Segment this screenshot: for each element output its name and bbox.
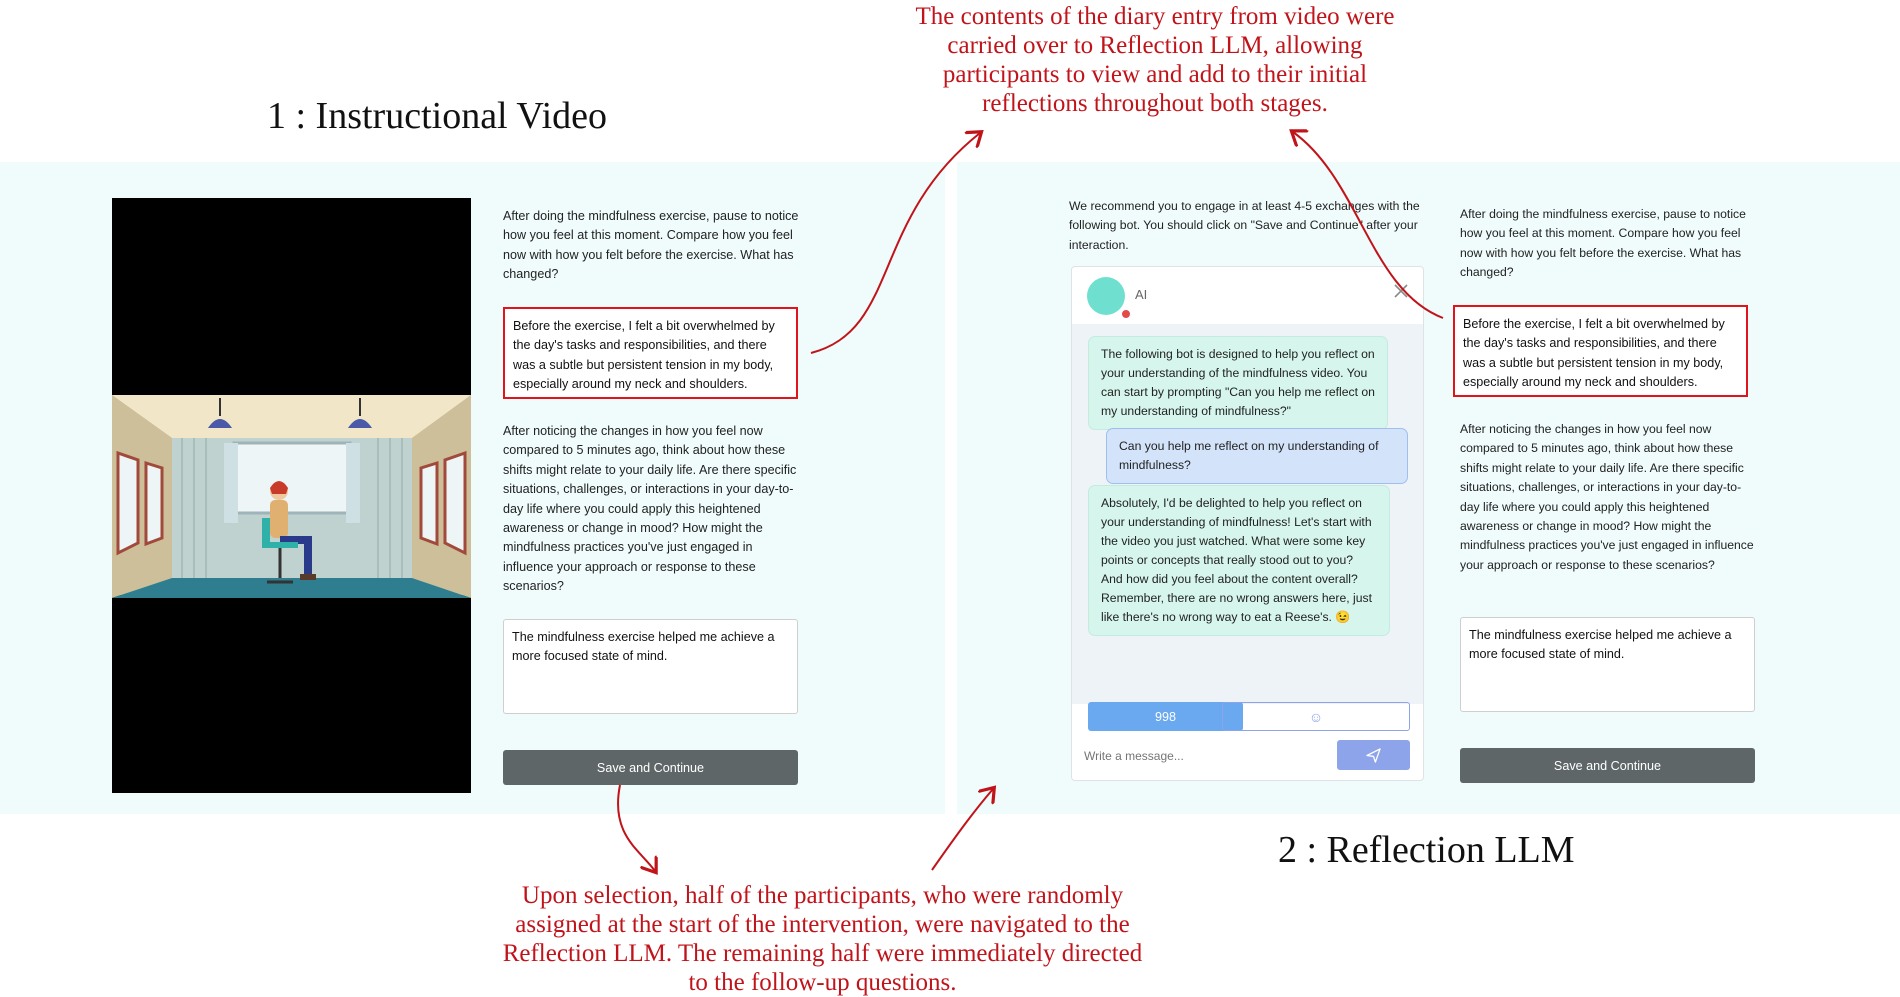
chat-message-bot: The following bot is designed to help yo… — [1088, 336, 1388, 430]
emoji-button[interactable]: ☺ — [1222, 702, 1410, 731]
send-button[interactable] — [1337, 740, 1410, 770]
recommendation-text: We recommend you to engage in at least 4… — [1069, 199, 1420, 252]
chat-messages: The following bot is designed to help yo… — [1072, 324, 1423, 704]
instructional-video-player[interactable] — [112, 198, 471, 793]
stage1-answer-2-textarea[interactable]: The mindfulness exercise helped me achie… — [503, 619, 798, 714]
bot-status-dot — [1121, 309, 1131, 319]
stage2-prompt-2: After noticing the changes in how you fe… — [1460, 422, 1754, 572]
stage-1-title: 1 : Instructional Video — [267, 95, 608, 137]
chat-message-user: Can you help me reflect on my understand… — [1106, 428, 1408, 484]
stage1-save-continue-button[interactable]: Save and Continue — [503, 750, 798, 785]
bot-name: AI — [1135, 287, 1148, 302]
bot-avatar — [1087, 277, 1125, 315]
stage1-prompt-1: After doing the mindfulness exercise, pa… — [503, 209, 799, 282]
annotation-carry-over: The contents of the diary entry from vid… — [915, 3, 1395, 117]
stage2-answer-2-textarea[interactable]: The mindfulness exercise helped me achie… — [1460, 617, 1755, 712]
chat-message-input[interactable] — [1082, 740, 1326, 772]
stage2-answer-1-textarea[interactable]: Before the exercise, I felt a bit overwh… — [1453, 305, 1748, 397]
annotation-random-assignment: Upon selection, half of the participants… — [502, 882, 1143, 996]
meditation-room-illustration — [112, 395, 471, 598]
message-counter: 998 — [1088, 702, 1243, 731]
stage2-save-continue-button[interactable]: Save and Continue — [1460, 748, 1755, 783]
chat-window: AI The following bot is designed to help… — [1071, 266, 1424, 781]
chat-message-bot: Absolutely, I'd be delighted to help you… — [1088, 485, 1390, 636]
emoji-icon: ☺ — [1308, 708, 1324, 725]
stage1-prompt-2: After noticing the changes in how you fe… — [503, 424, 797, 594]
stage1-answer-1-textarea[interactable]: Before the exercise, I felt a bit overwh… — [503, 307, 798, 399]
stage-2-title: 2 : Reflection LLM — [1278, 829, 1575, 871]
chat-header: AI — [1072, 267, 1423, 325]
send-icon — [1366, 747, 1381, 763]
close-icon[interactable] — [1393, 283, 1409, 299]
stage2-prompt-1: After doing the mindfulness exercise, pa… — [1460, 207, 1746, 280]
